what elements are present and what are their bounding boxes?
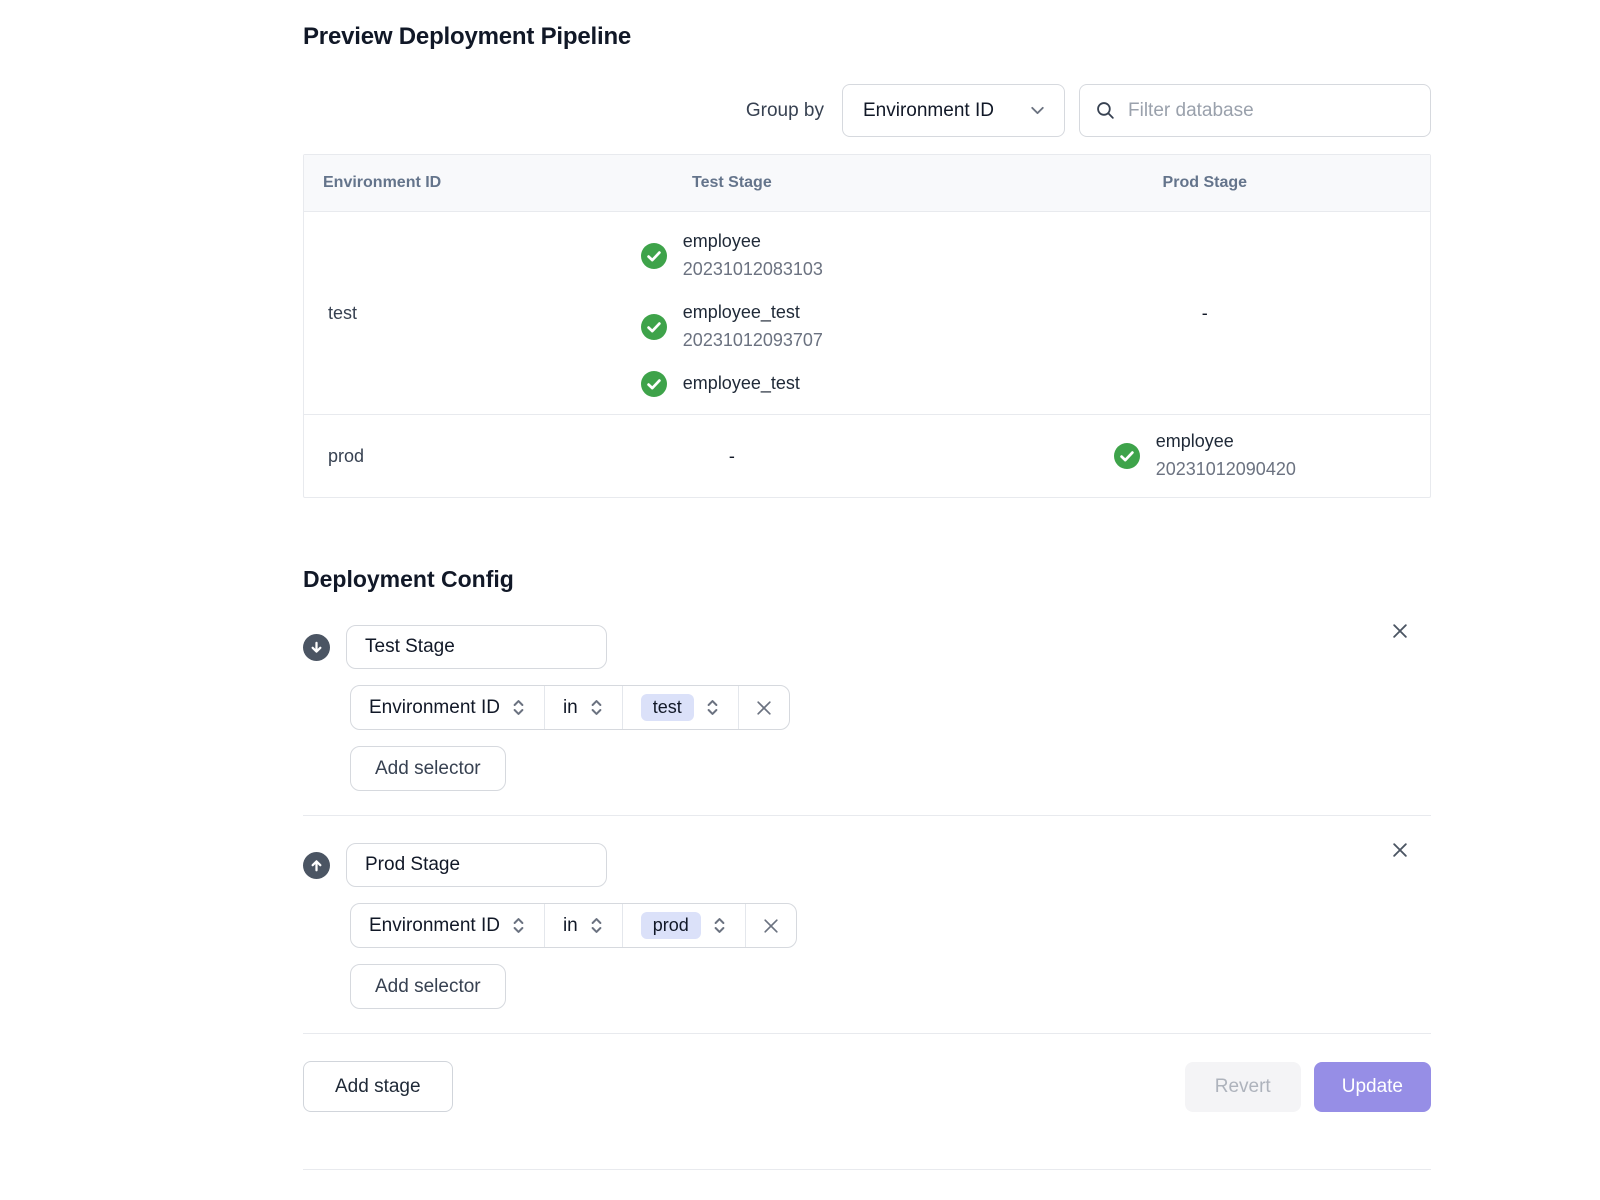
test-stage-cell: - — [484, 446, 979, 467]
chevron-down-icon — [1028, 101, 1047, 120]
task-item: employee_test — [641, 370, 800, 398]
selector-value-dropdown[interactable]: prod — [622, 904, 745, 947]
check-circle-icon — [641, 243, 667, 269]
remove-selector-button[interactable] — [738, 686, 789, 729]
group-by-select[interactable]: Environment ID — [842, 84, 1065, 137]
pipeline-table-header: Environment ID Test Stage Prod Stage — [304, 155, 1430, 212]
close-icon — [755, 699, 773, 717]
empty-stage-dash: - — [1202, 303, 1208, 324]
environment-name: prod — [304, 446, 484, 467]
table-row: prod - employee 20231012090420 — [304, 414, 1430, 497]
add-stage-button[interactable]: Add stage — [303, 1061, 453, 1112]
up-down-chevrons-icon — [511, 916, 526, 935]
column-header-environment-id: Environment ID — [304, 174, 484, 192]
check-circle-icon — [641, 371, 667, 397]
selector-value-pill: prod — [641, 912, 701, 939]
add-selector-button[interactable]: Add selector — [350, 746, 506, 791]
empty-stage-dash: - — [729, 446, 735, 467]
filter-database-field — [1079, 84, 1431, 137]
schema-version: 20231012090420 — [1156, 456, 1296, 484]
arrow-down-icon — [309, 640, 324, 655]
database-name: employee — [1156, 428, 1296, 456]
toolbar: Group by Environment ID — [303, 84, 1431, 137]
up-down-chevrons-icon — [712, 916, 727, 935]
up-down-chevrons-icon — [589, 698, 604, 717]
update-button[interactable]: Update — [1314, 1062, 1431, 1112]
schema-version: 20231012093707 — [683, 327, 823, 355]
bottom-divider — [303, 1169, 1431, 1170]
selector-operator-dropdown[interactable]: in — [544, 904, 622, 947]
selector-value-pill: test — [641, 694, 694, 721]
task-list: employee 20231012090420 — [1114, 428, 1296, 484]
remove-selector-button[interactable] — [745, 904, 796, 947]
selector-operator-value: in — [563, 915, 578, 937]
main-panel: Preview Deployment Pipeline Group by Env… — [303, 23, 1431, 1170]
schema-version: 20231012083103 — [683, 256, 823, 284]
add-selector-button[interactable]: Add selector — [350, 964, 506, 1009]
footer-divider — [303, 1033, 1431, 1034]
group-by-label: Group by — [746, 100, 824, 122]
task-item: employee_test 20231012093707 — [641, 299, 823, 355]
label-selector: Environment ID in test — [350, 685, 790, 730]
stage-title-input[interactable] — [346, 625, 607, 669]
stage-title-input[interactable] — [346, 843, 607, 887]
search-icon — [1095, 100, 1116, 121]
page-title: Preview Deployment Pipeline — [303, 23, 1431, 51]
move-stage-up-button[interactable] — [303, 852, 330, 879]
search-input[interactable] — [1128, 100, 1415, 122]
stage-head — [303, 816, 1431, 887]
stage-config-prod: Environment ID in prod — [303, 816, 1431, 1009]
database-name: employee — [683, 228, 823, 256]
move-stage-down-button[interactable] — [303, 634, 330, 661]
check-circle-icon — [641, 314, 667, 340]
up-down-chevrons-icon — [511, 698, 526, 717]
selector-key-dropdown[interactable]: Environment ID — [351, 904, 544, 947]
remove-stage-button[interactable] — [1389, 839, 1411, 861]
column-header-prod-stage: Prod Stage — [980, 174, 1430, 192]
pipeline-table: Environment ID Test Stage Prod Stage tes… — [303, 154, 1431, 498]
database-name: employee_test — [683, 299, 823, 327]
test-stage-cell: employee 20231012083103 employee_test 20… — [484, 228, 979, 397]
footer-actions: Add stage Revert Update — [303, 1061, 1431, 1112]
selector-value-dropdown[interactable]: test — [622, 686, 738, 729]
remove-stage-button[interactable] — [1389, 620, 1411, 642]
task-item: employee 20231012090420 — [1114, 428, 1296, 484]
close-icon — [1391, 841, 1409, 859]
stage-head — [303, 593, 1431, 669]
revert-button[interactable]: Revert — [1185, 1062, 1301, 1112]
selector-operator-value: in — [563, 697, 578, 719]
task-list: employee 20231012083103 employee_test 20… — [641, 228, 823, 397]
task-item: employee 20231012083103 — [641, 228, 823, 284]
prod-stage-cell: - — [980, 303, 1430, 324]
label-selector: Environment ID in prod — [350, 903, 797, 948]
up-down-chevrons-icon — [589, 916, 604, 935]
selector-key-value: Environment ID — [369, 697, 500, 719]
close-icon — [762, 917, 780, 935]
selector-operator-dropdown[interactable]: in — [544, 686, 622, 729]
database-name: employee_test — [683, 370, 800, 398]
arrow-up-icon — [309, 858, 324, 873]
selector-key-value: Environment ID — [369, 915, 500, 937]
up-down-chevrons-icon — [705, 698, 720, 717]
environment-name: test — [304, 303, 484, 324]
close-icon — [1391, 622, 1409, 640]
selector-key-dropdown[interactable]: Environment ID — [351, 686, 544, 729]
check-circle-icon — [1114, 443, 1140, 469]
column-header-test-stage: Test Stage — [484, 174, 979, 192]
group-by-selected-value: Environment ID — [863, 100, 994, 122]
stage-config-test: Environment ID in test — [303, 593, 1431, 791]
prod-stage-cell: employee 20231012090420 — [980, 428, 1430, 484]
deployment-config-title: Deployment Config — [303, 566, 1431, 593]
table-row: test employee 20231012083103 — [304, 212, 1430, 414]
